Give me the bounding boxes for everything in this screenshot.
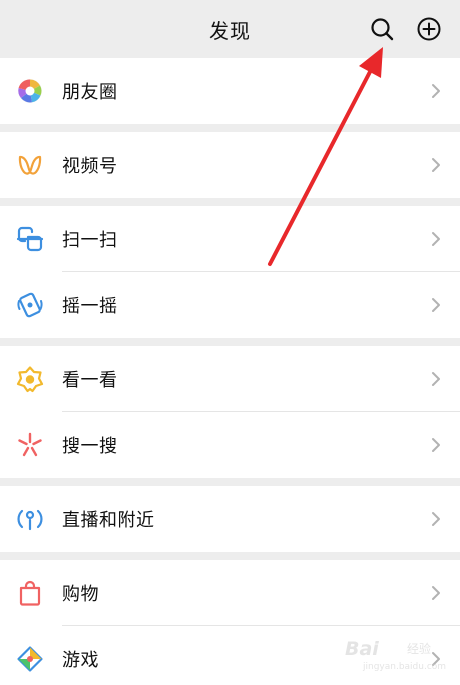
channels-butterfly-icon (16, 151, 44, 179)
list-item-label: 看一看 (62, 370, 118, 391)
chevron-right-icon (432, 512, 440, 526)
chevron-right-icon (432, 372, 440, 386)
shopping-bag-icon (16, 579, 44, 607)
section-live-nearby: 直播和附近 (0, 486, 460, 552)
live-nearby-icon (16, 505, 44, 533)
list-item-top-stories[interactable]: 看一看 (0, 346, 460, 412)
list-item-search[interactable]: 搜一搜 (0, 412, 460, 478)
watermark-logo: Bai (345, 638, 379, 660)
section-channels: 视频号 (0, 132, 460, 198)
list-item-shake[interactable]: 摇一摇 (0, 272, 460, 338)
chevron-right-icon (432, 84, 440, 98)
search-button[interactable] (367, 14, 397, 44)
list-item-label: 搜一搜 (62, 436, 118, 457)
watermark-sub: 经验 (407, 642, 432, 656)
games-icon (16, 645, 44, 673)
chevron-right-icon (432, 438, 440, 452)
baidu-watermark: Bai 经验 jingyan.baidu.com (345, 636, 450, 674)
list-item-label: 摇一摇 (62, 296, 118, 317)
list-item-label: 直播和附近 (62, 510, 155, 531)
chevron-right-icon (432, 586, 440, 600)
moments-aperture-icon (16, 77, 44, 105)
list-item-live-nearby[interactable]: 直播和附近 (0, 486, 460, 552)
chevron-right-icon (432, 158, 440, 172)
list-item-channels[interactable]: 视频号 (0, 132, 460, 198)
section-look-search: 看一看 搜一搜 (0, 346, 460, 478)
search-icon (371, 18, 394, 41)
top-nav-bar: 发现 (0, 0, 460, 58)
list-item-shopping[interactable]: 购物 (0, 560, 460, 626)
list-item-label: 扫一扫 (62, 230, 118, 251)
watermark-url: jingyan.baidu.com (363, 662, 447, 672)
add-button[interactable] (414, 14, 444, 44)
top-stories-icon (16, 365, 44, 393)
chevron-right-icon (432, 298, 440, 312)
chevron-right-icon (432, 232, 440, 246)
list-item-label: 朋友圈 (62, 82, 118, 103)
list-item-label: 视频号 (62, 156, 118, 177)
section-scan-shake: 扫一扫 摇一摇 (0, 206, 460, 338)
list-item-moments[interactable]: 朋友圈 (0, 58, 460, 124)
list-item-label: 游戏 (62, 650, 99, 671)
section-moments: 朋友圈 (0, 58, 460, 124)
plus-circle-icon (417, 17, 441, 41)
list-item-label: 购物 (62, 584, 99, 605)
search-sparkle-icon (16, 431, 44, 459)
discover-page: 发现 朋友圈 视频号 扫一扫 摇一摇 看一看 搜一搜 直播和附近 购物 游戏 B… (0, 0, 460, 685)
shake-icon (16, 291, 44, 319)
list-item-scan[interactable]: 扫一扫 (0, 206, 460, 272)
scan-icon (16, 225, 44, 253)
